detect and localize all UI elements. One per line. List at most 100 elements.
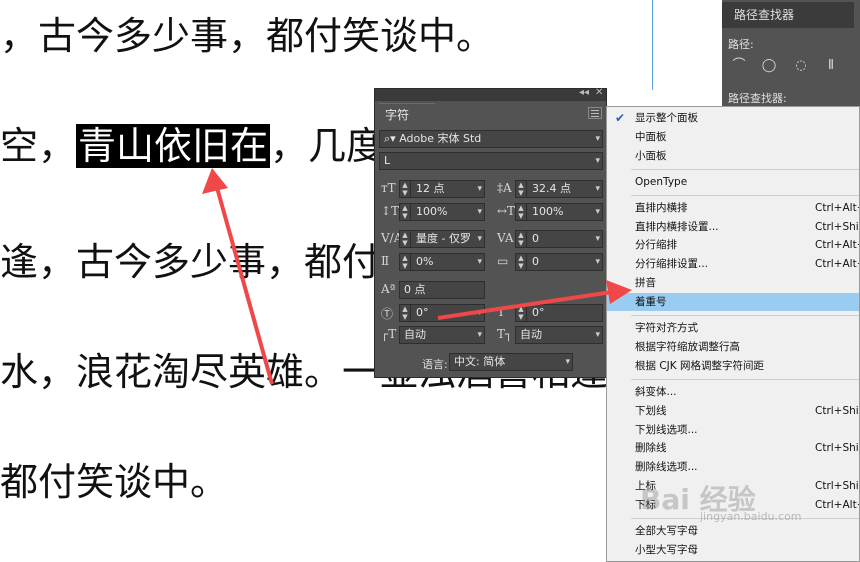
menu-item[interactable]: ✔ 显示整个面板: [607, 109, 859, 127]
path-label: 路径:: [728, 38, 754, 51]
vertical-scale-icon: ↕T: [381, 204, 400, 218]
menu-item[interactable]: 小型大写字母: [607, 541, 859, 559]
watermark-url: jingyan.baidu.com: [700, 510, 802, 523]
menu-item-shortcut: Ctrl+Alt+: [815, 239, 859, 252]
menu-item[interactable]: 直排内横排设置... Ctrl+Shift+: [607, 218, 859, 236]
aki-after-select[interactable]: 自动 ▾: [515, 326, 603, 344]
menu-item[interactable]: 删除线选项...: [607, 458, 859, 476]
menu-item-label: 直排内横排: [635, 201, 688, 214]
rotation-icon: Ⓣ: [381, 307, 394, 321]
stepper-icon[interactable]: ▲ ▼: [400, 231, 411, 247]
stepper-icon[interactable]: ▲ ▼: [400, 204, 411, 220]
stepper-icon[interactable]: ▲ ▼: [516, 181, 527, 197]
menu-item[interactable]: 删除线 Ctrl+Shift+: [607, 439, 859, 457]
tsume-icon: Ⅱ: [381, 254, 390, 268]
menu-item-label: 删除线: [635, 442, 667, 455]
vertical-scale-field[interactable]: ▲ ▼ 100% ▾: [399, 203, 485, 221]
stepper-icon[interactable]: ▲ ▼: [516, 231, 527, 247]
chevron-down-icon: ▾: [595, 156, 600, 166]
menu-item[interactable]: 斜变体...: [607, 383, 859, 401]
menu-item[interactable]: 字符对齐方式: [607, 319, 859, 337]
pathfinder-tab[interactable]: 路径查找器: [722, 2, 854, 28]
menu-item-label: 直排内横排设置...: [635, 220, 719, 233]
menu-item[interactable]: 分行缩排 Ctrl+Alt+: [607, 236, 859, 254]
menu-item-shortcut: Ctrl+Shift+: [815, 442, 859, 455]
path-join-icon[interactable]: ⌒: [728, 56, 750, 76]
menu-item[interactable]: 下划线选项...: [607, 421, 859, 439]
collapse-icon[interactable]: ◂◂: [579, 87, 589, 98]
stepper-icon[interactable]: ▲ ▼: [516, 254, 527, 270]
doc-text: 逢，古今多少事，都付: [0, 240, 381, 284]
leading-field[interactable]: ▲ ▼ 32.4 点 ▾: [515, 180, 603, 198]
chevron-down-icon: ▾: [477, 330, 482, 340]
kerning-field[interactable]: ▲ ▼ 量度 - 仅罗 ▾: [399, 230, 485, 248]
menu-separator: [631, 168, 859, 170]
menu-item-shortcut: Ctrl+Shift+: [815, 480, 859, 493]
panel-menu-icon[interactable]: [588, 107, 602, 119]
horizontal-scale-field[interactable]: ▲ ▼ 100% ▾: [515, 203, 603, 221]
tracking-field[interactable]: ▲ ▼ 0 ▾: [515, 230, 603, 248]
chevron-down-icon: ▾: [595, 207, 600, 217]
menu-item[interactable]: 着重号: [607, 293, 859, 312]
chevron-down-icon: ▾: [477, 257, 482, 267]
panel-titlebar[interactable]: ◂◂ ✕: [375, 87, 606, 101]
aki-before-icon: ┌T: [381, 327, 397, 341]
checkmark-icon: ✔: [615, 111, 626, 125]
menu-item[interactable]: 分行缩排设置... Ctrl+Alt+: [607, 255, 859, 273]
language-select[interactable]: 中文: 简体 ▾: [449, 353, 573, 371]
menu-item-shortcut: Ctrl+Alt+: [815, 258, 859, 271]
doc-text: 空，: [0, 124, 77, 168]
doc-line-3[interactable]: 逢，古今多少事，都付: [0, 240, 380, 284]
menu-item[interactable]: OpenType: [607, 173, 859, 191]
stepper-icon[interactable]: ▲ ▼: [516, 204, 527, 220]
chevron-down-icon: ▾: [477, 234, 482, 244]
menu-item[interactable]: 下划线 Ctrl+Shift+: [607, 402, 859, 420]
aki-after-icon: T┐: [497, 327, 513, 341]
menu-item-label: 着重号: [635, 296, 667, 309]
doc-line-2[interactable]: 空，青山依旧在，几度: [0, 124, 384, 168]
menu-item[interactable]: 小面板: [607, 147, 859, 165]
font-size-field[interactable]: ▲ ▼ 12 点 ▾: [399, 180, 485, 198]
tsume-field[interactable]: ▲ ▼ 0% ▾: [399, 253, 485, 271]
close-icon[interactable]: ✕: [595, 87, 603, 98]
stepper-icon[interactable]: ▲ ▼: [400, 181, 411, 197]
menu-item-label: 下划线: [635, 404, 667, 417]
menu-separator: [631, 194, 859, 196]
menu-item-label: 下划线选项...: [635, 423, 698, 436]
path-reverse-icon[interactable]: ⫴: [820, 56, 842, 76]
doc-line-5[interactable]: 都付笑谈中。: [0, 460, 228, 504]
aki-before-select[interactable]: 自动 ▾: [399, 326, 485, 344]
chevron-down-icon: ▾: [477, 207, 482, 217]
menu-item-label: 分行缩排: [635, 239, 677, 252]
menu-item[interactable]: 直排内横排 Ctrl+Alt+: [607, 199, 859, 217]
menu-item[interactable]: 根据字符缩放调整行高: [607, 338, 859, 356]
chevron-down-icon: ▾: [477, 308, 482, 318]
language-label: 语言:: [422, 358, 448, 371]
menu-item-label: OpenType: [635, 175, 688, 188]
menu-item-label: 显示整个面板: [635, 112, 698, 124]
stepper-icon[interactable]: ▲ ▼: [516, 305, 527, 321]
menu-item-label: 根据字符缩放调整行高: [635, 340, 740, 353]
selected-text[interactable]: 青山依旧在: [76, 124, 271, 168]
rotation-field[interactable]: ▲ ▼ 0° ▾: [399, 304, 485, 322]
font-family-select[interactable]: ⌕▾ Adobe 宋体 Std ▾: [379, 130, 603, 148]
menu-item-label: 分行缩排设置...: [635, 258, 709, 271]
horizontal-scale-icon: ↔T: [497, 204, 516, 218]
doc-text: 都付笑谈中。: [0, 460, 229, 504]
menu-item[interactable]: 根据 CJK 网格调整字符间距: [607, 357, 859, 375]
menu-item[interactable]: 拼音: [607, 274, 859, 292]
stepper-icon[interactable]: ▲ ▼: [400, 305, 411, 321]
baseline-shift-field[interactable]: 0 点: [399, 281, 485, 299]
path-open-icon[interactable]: ◯: [758, 56, 780, 76]
menu-item[interactable]: 中面板: [607, 128, 859, 146]
grid-field[interactable]: ▲ ▼ 0 ▾: [515, 253, 603, 271]
menu-item[interactable]: 全部大写字母: [607, 522, 859, 540]
doc-line-1[interactable]: ，古今多少事，都付笑谈中。: [0, 14, 494, 58]
stepper-icon[interactable]: ▲ ▼: [400, 254, 411, 270]
doc-text: ，古今多少事，都付笑谈中。: [0, 14, 495, 58]
path-close-icon[interactable]: ◌: [790, 56, 812, 76]
font-style-select[interactable]: L ▾: [379, 152, 603, 170]
tab-character[interactable]: 字符: [379, 103, 435, 125]
menu-item-shortcut: Ctrl+Shift+: [815, 404, 859, 417]
skew-field[interactable]: ▲ ▼ 0°: [515, 304, 603, 322]
